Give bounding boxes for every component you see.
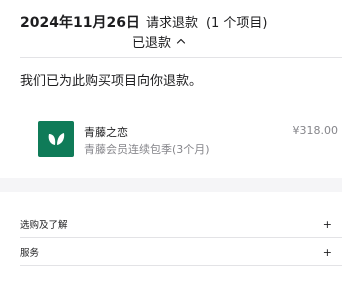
refund-status-label: 已退款 [132, 35, 172, 51]
section-shop-and-learn[interactable]: 选购及了解 + [20, 211, 342, 237]
item-name: 青藤之恋 [84, 126, 128, 139]
leaf-logo-icon [38, 121, 74, 157]
order-header: 2024年11月26日 请求退款 (1 个项目) [20, 12, 268, 31]
plus-icon: + [322, 245, 332, 259]
item-count: (1 个项目) [205, 16, 268, 31]
purchase-item: 青藤之恋 青藤会员连续包季(3个月) ¥318.00 [38, 121, 338, 159]
section-label: 服务 [20, 248, 40, 259]
section-divider [20, 265, 342, 266]
refund-message: 我们已为此购买项目向你退款。 [20, 74, 203, 89]
refund-status-toggle[interactable]: 已退款 [132, 32, 187, 51]
order-title: 请求退款 [145, 16, 198, 31]
item-price: ¥318.00 [292, 124, 339, 137]
header-divider [20, 57, 342, 58]
chevron-up-icon [176, 38, 186, 44]
section-services[interactable]: 服务 + [20, 239, 342, 265]
section-label: 选购及了解 [20, 220, 68, 231]
section-divider [20, 237, 342, 238]
section-separator-band [0, 178, 342, 192]
item-subtitle: 青藤会员连续包季(3个月) [84, 143, 210, 156]
order-date: 2024年11月26日 [20, 15, 140, 31]
plus-icon: + [322, 217, 332, 231]
